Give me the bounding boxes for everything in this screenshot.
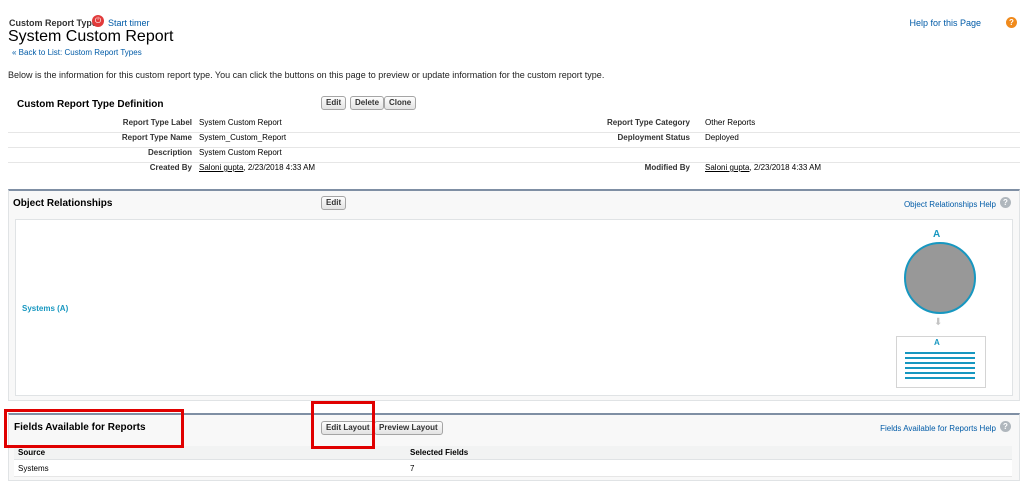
field-value: System Custom Report xyxy=(199,118,282,127)
field-stripe xyxy=(905,372,975,374)
question-icon[interactable]: ? xyxy=(1000,197,1011,208)
field-value: Saloni gupta, 2/23/2018 4:33 AM xyxy=(705,163,821,172)
start-timer-link[interactable]: Start timer xyxy=(108,18,150,28)
preview-layout-button[interactable]: Preview Layout xyxy=(374,421,443,435)
primary-object-circle[interactable] xyxy=(904,242,976,314)
table-row: Systems 7 xyxy=(14,459,1012,477)
created-date: , 2/23/2018 4:33 AM xyxy=(243,163,316,172)
field-stripe xyxy=(905,352,975,354)
systems-object-link[interactable]: Systems (A) xyxy=(22,304,68,313)
field-value: Deployed xyxy=(705,133,739,142)
modified-by-user-link[interactable]: Saloni gupta xyxy=(705,163,749,172)
question-icon[interactable]: ? xyxy=(1000,421,1011,432)
field-label: Description xyxy=(147,148,192,157)
help-for-page-link[interactable]: Help for this Page xyxy=(909,18,981,28)
page-title: System Custom Report xyxy=(8,28,174,45)
object-type-label: Custom Report Type xyxy=(9,18,97,28)
field-label: Report Type Name xyxy=(121,133,192,142)
field-label: Modified By xyxy=(644,163,690,172)
field-value: Saloni gupta, 2/23/2018 4:33 AM xyxy=(199,163,315,172)
delete-button[interactable]: Delete xyxy=(350,96,385,110)
object-box-letter: A xyxy=(934,338,940,347)
field-label: Report Type Label xyxy=(122,118,192,127)
created-by-user-link[interactable]: Saloni gupta xyxy=(199,163,243,172)
question-icon[interactable]: ? xyxy=(1006,17,1017,28)
field-value: System_Custom_Report xyxy=(199,133,287,142)
field-value: System Custom Report xyxy=(199,148,282,157)
object-relationships-title: Object Relationships xyxy=(13,198,113,209)
definition-section-title: Custom Report Type Definition xyxy=(17,99,164,110)
detail-row: Created By Saloni gupta, 2/23/2018 4:33 … xyxy=(8,163,1020,177)
detail-row: Report Type Label System Custom Report R… xyxy=(8,118,1020,133)
field-stripe xyxy=(905,357,975,359)
object-relationships-panel xyxy=(8,189,1020,401)
detail-row: Report Type Name System_Custom_Report De… xyxy=(8,133,1020,148)
edit-definition-button[interactable]: Edit xyxy=(321,96,347,110)
object-relationships-help-link[interactable]: Object Relationships Help xyxy=(904,200,996,209)
field-label: Deployment Status xyxy=(617,133,690,142)
relationships-canvas xyxy=(15,219,1013,396)
highlight-box xyxy=(311,401,375,449)
field-value: Other Reports xyxy=(705,118,756,127)
fields-table: Source Selected Fields Systems 7 xyxy=(14,446,1012,477)
fields-available-help-link[interactable]: Fields Available for Reports Help xyxy=(880,424,996,433)
intro-text: Below is the information for this custom… xyxy=(8,70,605,80)
column-header: Selected Fields xyxy=(406,446,1012,460)
back-to-list-link[interactable]: « Back to List: Custom Report Types xyxy=(12,48,142,57)
table-header-row: Source Selected Fields xyxy=(14,446,1012,460)
field-label: Report Type Category xyxy=(607,118,690,127)
field-label: Created By xyxy=(149,163,192,172)
source-cell: Systems xyxy=(14,459,406,477)
edit-relationships-button[interactable]: Edit xyxy=(321,196,347,210)
field-stripe xyxy=(905,362,975,364)
modified-date: , 2/23/2018 4:33 AM xyxy=(749,163,822,172)
power-icon[interactable]: ⏻ xyxy=(92,15,104,27)
field-stripe xyxy=(905,377,975,379)
field-stripe xyxy=(905,367,975,369)
highlight-box xyxy=(4,409,184,448)
clone-button[interactable]: Clone xyxy=(384,96,417,110)
down-arrow-icon: ⬇ xyxy=(934,317,943,328)
detail-row: Description System Custom Report xyxy=(8,148,1020,163)
selected-fields-cell: 7 xyxy=(406,459,1012,477)
diagram-letter: A xyxy=(933,229,941,240)
